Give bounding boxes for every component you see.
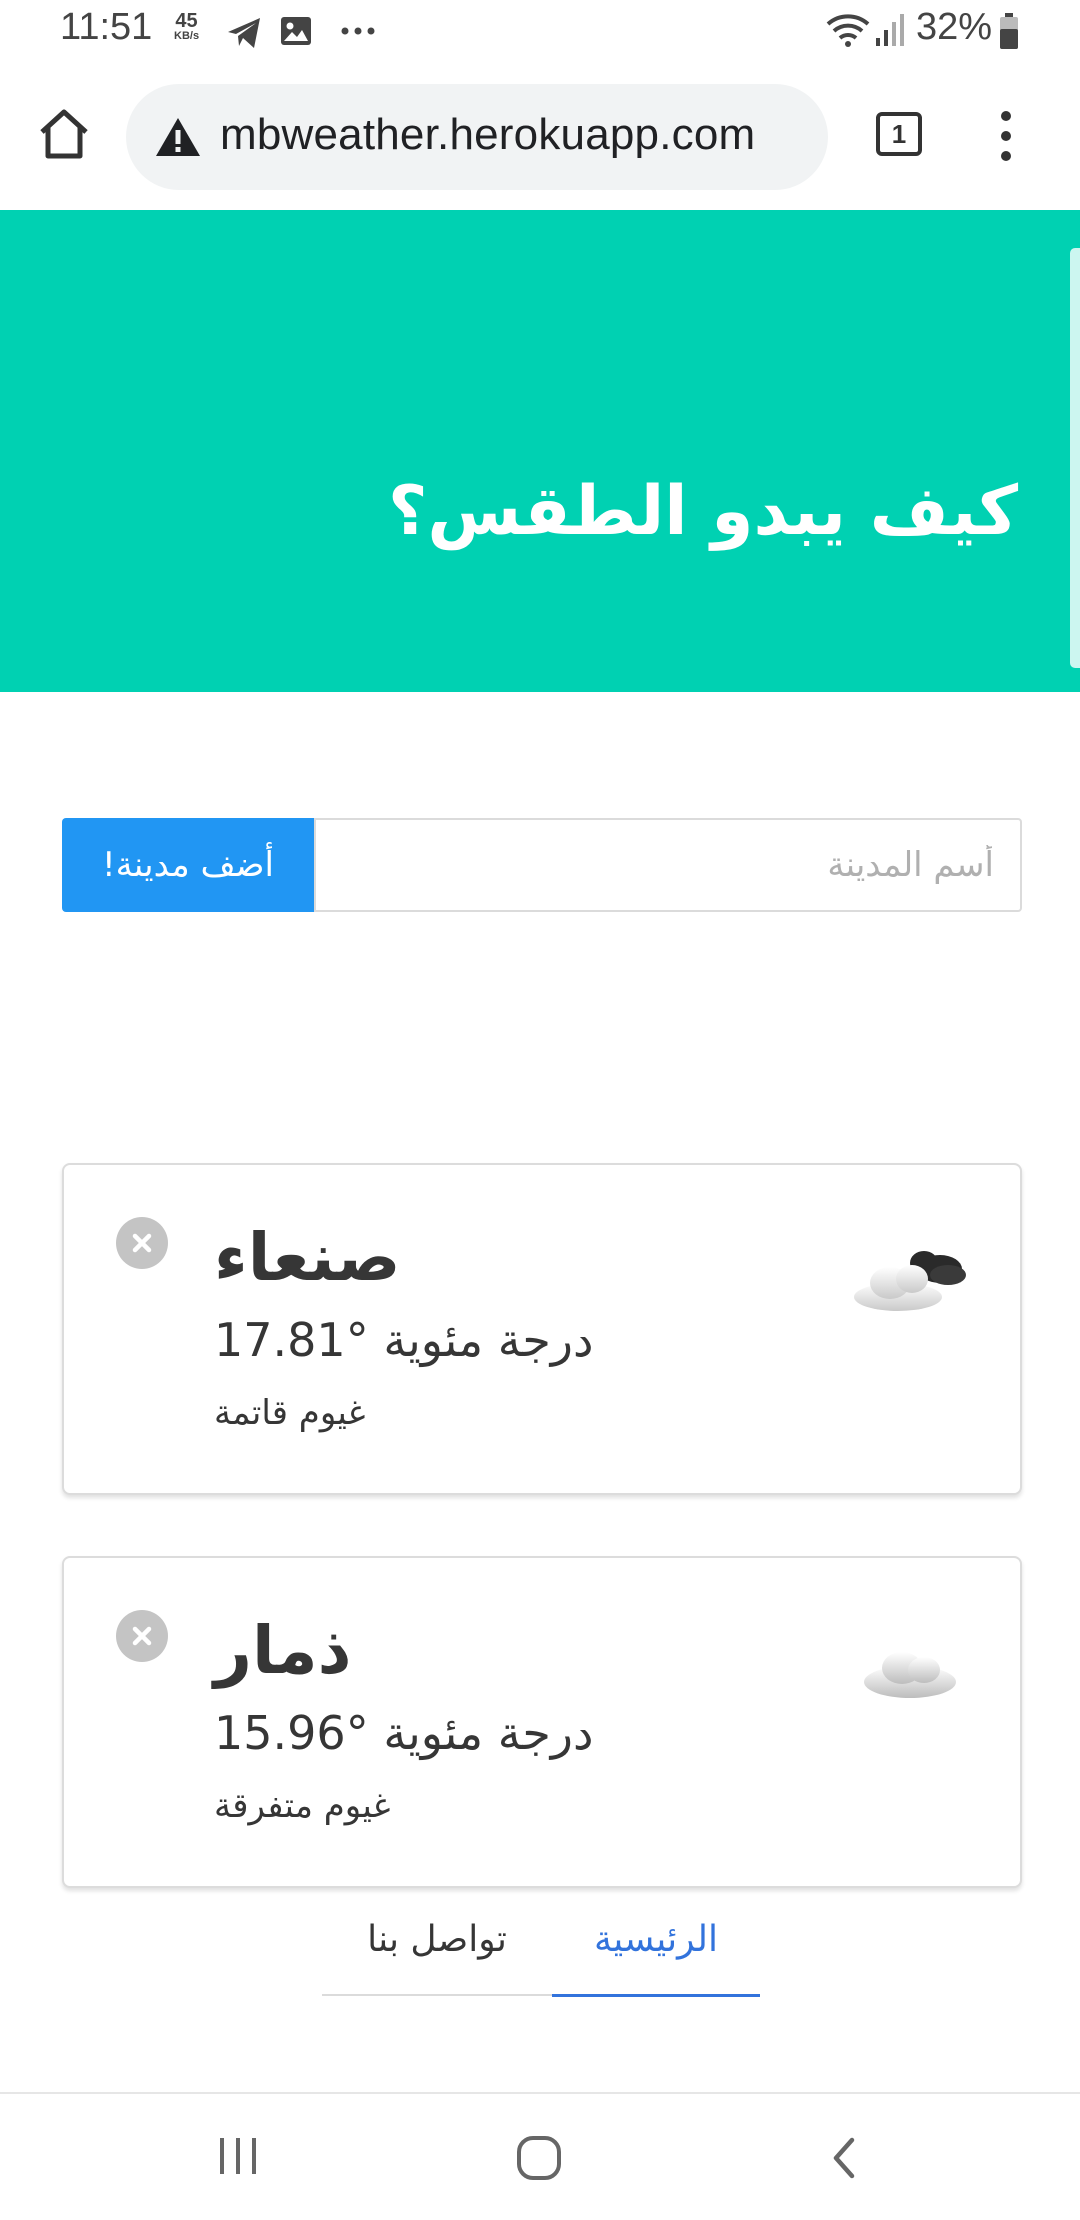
- menu-icon[interactable]: [990, 108, 1022, 164]
- battery-icon: [1000, 13, 1018, 49]
- status-bar: 11:51 45 KB/s 32%: [0, 0, 1080, 64]
- scroll-indicator: [1070, 248, 1080, 668]
- more-notifications-icon: [341, 27, 375, 35]
- weather-description: غيوم متفرقة: [214, 1786, 391, 1826]
- close-icon[interactable]: [116, 1610, 168, 1662]
- footer-tabs: تواصل بنا الرئيسية: [322, 1900, 760, 1997]
- temperature: 17.81° درجة مئوية: [214, 1313, 594, 1367]
- telegram-icon: [228, 18, 260, 48]
- page-title: كيف يبدو الطقس؟: [387, 472, 1018, 551]
- signal-icon: [876, 14, 904, 46]
- broken-clouds-icon: [854, 1251, 966, 1311]
- city-name: صنعاء: [214, 1219, 401, 1296]
- browser-toolbar: mbweather.herokuapp.com 1: [0, 64, 1080, 210]
- home-icon[interactable]: [36, 106, 92, 162]
- city-card: ذمار 15.96° درجة مئوية غيوم متفرقة: [62, 1556, 1022, 1888]
- wifi-icon: [826, 14, 870, 47]
- temperature: 15.96° درجة مئوية: [214, 1706, 594, 1760]
- battery-percentage: 32%: [916, 6, 993, 48]
- address-bar[interactable]: mbweather.herokuapp.com: [126, 84, 828, 190]
- temperature-value: 15.96°: [214, 1706, 369, 1760]
- close-icon[interactable]: [116, 1217, 168, 1269]
- scattered-clouds-icon: [864, 1652, 956, 1698]
- temperature-unit: درجة مئوية: [383, 1706, 594, 1760]
- warning-icon[interactable]: [154, 116, 202, 158]
- home-circle-icon[interactable]: [514, 2134, 564, 2182]
- temperature-value: 17.81°: [214, 1313, 369, 1367]
- hero-section: كيف يبدو الطقس؟: [0, 210, 1080, 692]
- weather-description: غيوم قاتمة: [214, 1393, 366, 1433]
- delete-city-button[interactable]: [116, 1610, 168, 1662]
- city-card: صنعاء 17.81° درجة مئوية غيوم قاتمة: [62, 1163, 1022, 1495]
- city-name-input[interactable]: [314, 818, 1022, 912]
- status-time: 11:51: [60, 6, 153, 48]
- back-icon[interactable]: [826, 2134, 862, 2182]
- network-speed: 45 KB/s: [174, 10, 200, 42]
- network-speed-value: 45: [175, 10, 198, 32]
- navigation-bar: [0, 2092, 1080, 2220]
- tab-home[interactable]: الرئيسية: [552, 1900, 760, 1997]
- recent-apps-icon[interactable]: [214, 2134, 262, 2178]
- network-speed-unit: KB/s: [174, 30, 200, 42]
- url-text[interactable]: mbweather.herokuapp.com: [220, 110, 755, 160]
- delete-city-button[interactable]: [116, 1217, 168, 1269]
- tab-contact[interactable]: تواصل بنا: [322, 1900, 552, 1996]
- temperature-unit: درجة مئوية: [383, 1313, 594, 1367]
- tab-count[interactable]: 1: [876, 112, 922, 156]
- tabs-icon[interactable]: 1: [876, 112, 924, 160]
- gallery-icon: [281, 17, 311, 45]
- add-city-button[interactable]: أضف مدينة!: [62, 818, 314, 912]
- city-name: ذمار: [214, 1612, 352, 1689]
